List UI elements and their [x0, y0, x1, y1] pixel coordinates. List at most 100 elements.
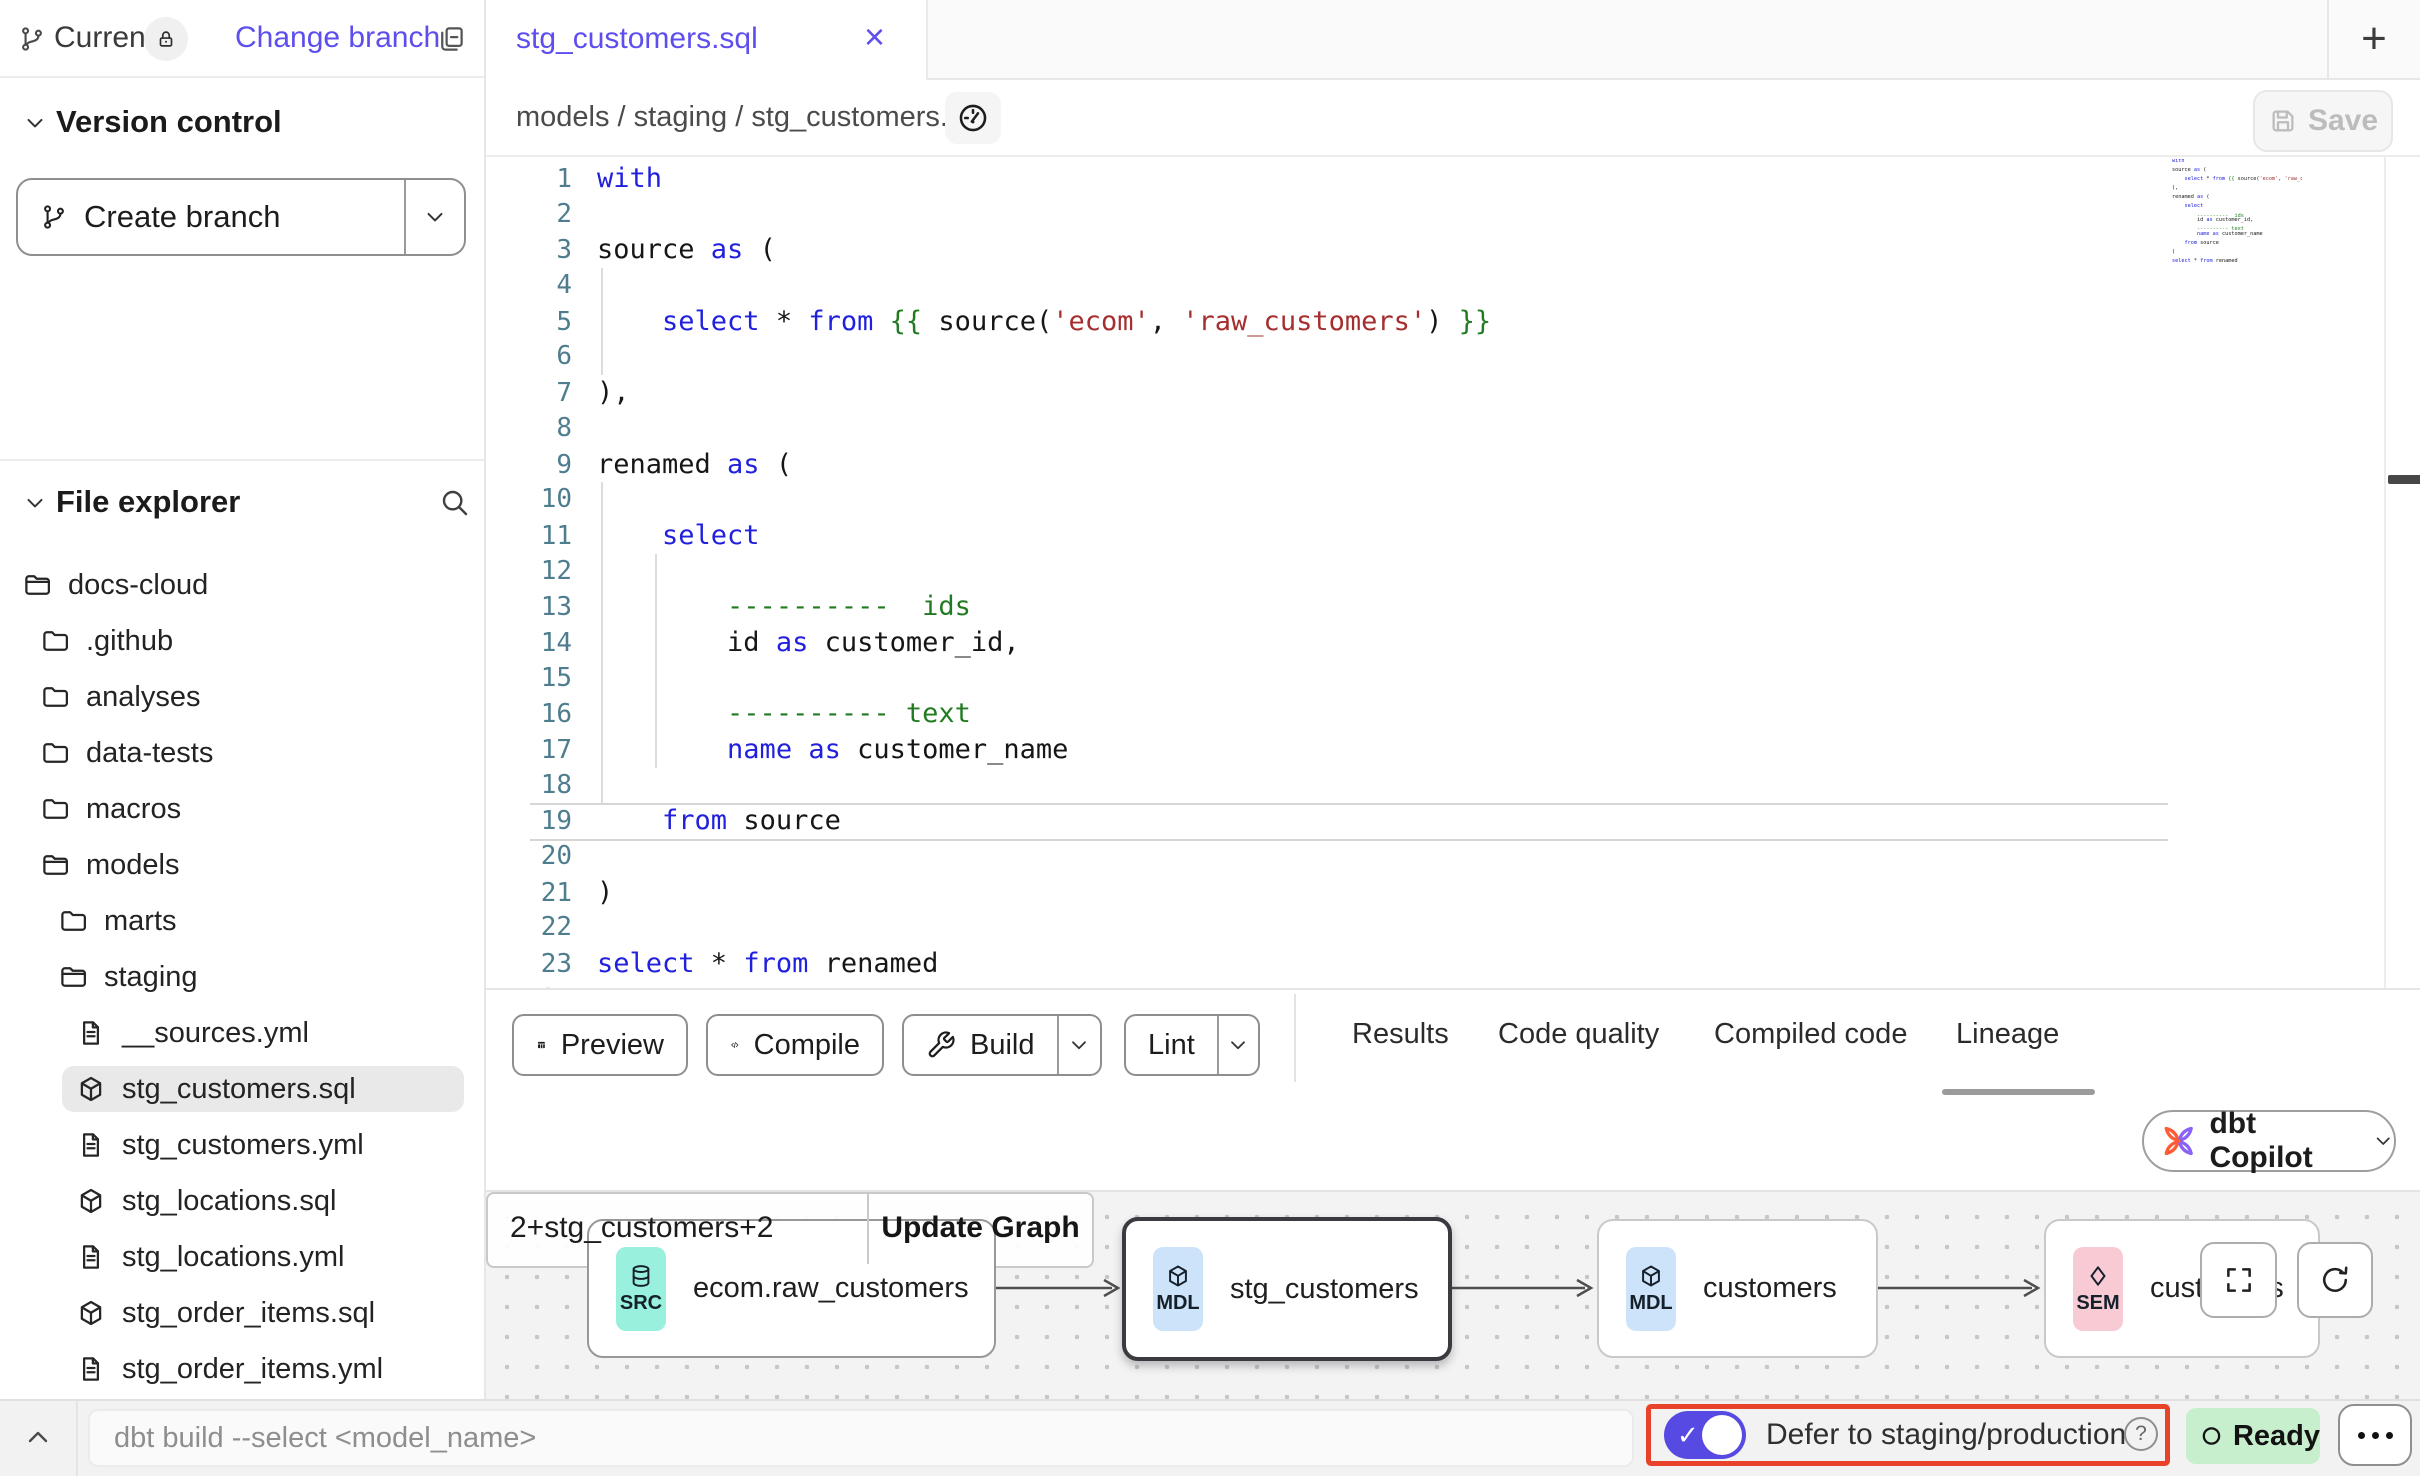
tree-item-stg_order_items.yml[interactable]: stg_order_items.yml: [0, 1341, 484, 1397]
lineage-gauge-button[interactable]: [945, 92, 1001, 144]
indent-guide: [601, 482, 603, 803]
node-type-badge: MDL: [1626, 1247, 1676, 1331]
create-branch-button[interactable]: Create branch: [16, 178, 466, 256]
editor-scrollbar[interactable]: [2388, 475, 2420, 484]
file-doc-icon: [76, 1018, 106, 1048]
tree-item-models[interactable]: models: [0, 837, 484, 893]
folder-open-icon: [22, 570, 52, 600]
gauge-icon: [956, 101, 990, 135]
lineage-edge: [1878, 1277, 2044, 1299]
copy-icon[interactable]: [436, 24, 466, 54]
lineage-node-stg_customers[interactable]: MDLstg_customers: [1122, 1217, 1452, 1361]
lineage-edge: [996, 1277, 1124, 1299]
tab-compiled-code[interactable]: Compiled code: [1714, 1009, 1907, 1059]
folder-icon: [40, 626, 70, 656]
more-options-button[interactable]: [2338, 1404, 2412, 1466]
lineage-edge: [1452, 1277, 1597, 1299]
editor-minimap[interactable]: withsource as ( select * from {{ source(…: [2172, 159, 2302, 268]
tab-stg-customers-sql[interactable]: stg_customers.sql ×: [486, 0, 928, 80]
defer-toggle[interactable]: ✓: [1664, 1411, 1746, 1459]
chevron-down-icon[interactable]: [22, 490, 48, 516]
active-tab-underline: [1942, 1089, 2095, 1095]
current-branch-label: Current: [54, 0, 154, 76]
indent-guide: [655, 554, 657, 768]
tree-item-staging[interactable]: staging: [0, 949, 484, 1005]
file-doc-icon: [76, 1130, 106, 1160]
new-tab-button[interactable]: +: [2352, 10, 2396, 68]
close-icon[interactable]: ×: [864, 0, 885, 78]
indent-guide: [601, 268, 603, 375]
divider: [404, 180, 406, 254]
dbt-copilot-button[interactable]: dbt Copilot: [2142, 1110, 2396, 1172]
tree-item-stg_customers.yml[interactable]: stg_customers.yml: [0, 1117, 484, 1173]
search-icon[interactable]: [438, 486, 470, 518]
tab-title: stg_customers.sql: [516, 0, 758, 78]
tree-item-analyses[interactable]: analyses: [0, 669, 484, 725]
toggle-knob: [1702, 1415, 1742, 1455]
lineage-selector-input[interactable]: 2+stg_customers+2: [510, 1192, 773, 1264]
dbt-copilot-label: dbt Copilot: [2209, 1107, 2357, 1175]
tab-lineage[interactable]: Lineage: [1956, 1009, 2059, 1059]
cube-icon: [76, 1186, 106, 1216]
status-label: Ready: [2233, 1420, 2320, 1453]
tree-item-data-tests[interactable]: data-tests: [0, 725, 484, 781]
node-type-badge: MDL: [1153, 1247, 1203, 1331]
git-branch-icon: [18, 25, 46, 53]
sidebar: Current Change branch Version control Cr…: [0, 0, 486, 1399]
update-graph-button[interactable]: Update Graph: [869, 1192, 1092, 1264]
tab-results[interactable]: Results: [1352, 1009, 1449, 1059]
command-placeholder: dbt build --select <model_name>: [114, 1411, 536, 1465]
dbt-cloud-ide: Current Change branch Version control Cr…: [0, 0, 2420, 1476]
version-control-header[interactable]: Version control: [56, 104, 282, 140]
tree-item-macros[interactable]: macros: [0, 781, 484, 837]
divider: [2384, 157, 2386, 988]
cube-icon: [1638, 1263, 1664, 1289]
fullscreen-icon: [2222, 1263, 2256, 1297]
tree-item-stg_locations.yml[interactable]: stg_locations.yml: [0, 1229, 484, 1285]
chevron-up-icon[interactable]: [22, 1421, 54, 1453]
chevron-down-icon: [2372, 1129, 2394, 1153]
branch-topbar: Current Change branch: [0, 0, 484, 78]
lineage-node-customers[interactable]: SEMcustomers: [2044, 1219, 2320, 1358]
lineage-canvas[interactable]: SRCecom.raw_customersMDLstg_customersMDL…: [486, 1192, 2420, 1399]
code-editor[interactable]: 1with23source as (45 select * from {{ so…: [486, 157, 2420, 988]
folder-icon: [40, 794, 70, 824]
tree-item-__sources.yml[interactable]: __sources.yml: [0, 1005, 484, 1061]
change-branch-link[interactable]: Change branch: [235, 0, 440, 76]
tree-item-docs-cloud[interactable]: docs-cloud: [0, 557, 484, 613]
tree-item-marts[interactable]: marts: [0, 893, 484, 949]
branch-locked-badge: [144, 17, 188, 61]
chevron-down-icon[interactable]: [22, 110, 48, 136]
tree-item-stg_order_items.sql[interactable]: stg_order_items.sql: [0, 1285, 484, 1341]
folder-open-icon: [58, 962, 88, 992]
folder-icon: [40, 682, 70, 712]
database-icon: [628, 1263, 654, 1289]
status-badge: Ready: [2186, 1408, 2320, 1464]
cube-icon: [1165, 1263, 1191, 1289]
breadcrumb: models / staging / stg_customers.sql: [516, 80, 985, 155]
dbt-copilot-icon: [2160, 1121, 2197, 1161]
save-button[interactable]: Save: [2253, 90, 2393, 152]
command-input[interactable]: dbt build --select <model_name>: [88, 1409, 1634, 1467]
folder-icon: [40, 738, 70, 768]
file-doc-icon: [76, 1242, 106, 1272]
more-options-icon: [2358, 1432, 2365, 1439]
tab-code-quality[interactable]: Code quality: [1498, 1009, 1659, 1059]
fullscreen-button[interactable]: [2200, 1242, 2277, 1318]
refresh-button[interactable]: [2297, 1242, 2373, 1318]
code-lines: 1with23source as (45 select * from {{ so…: [486, 161, 1491, 988]
lineage-node-customers[interactable]: MDLcustomers: [1597, 1219, 1878, 1358]
chevron-down-icon[interactable]: [422, 204, 448, 230]
file-explorer-header[interactable]: File explorer: [56, 484, 240, 520]
tree-item-stg_customers.sql[interactable]: stg_customers.sql: [0, 1061, 484, 1117]
tree-item-stg_locations.sql[interactable]: stg_locations.sql: [0, 1173, 484, 1229]
help-icon[interactable]: ?: [2124, 1417, 2158, 1451]
file-tree: docs-cloud.githubanalysesdata-testsmacro…: [0, 557, 484, 1397]
cube-icon: [76, 1074, 106, 1104]
save-label: Save: [2308, 104, 2378, 138]
tree-item-.github[interactable]: .github: [0, 613, 484, 669]
git-branch-icon: [40, 203, 68, 231]
result-tabs: Results Code quality Compiled code Lineage: [486, 988, 2420, 1090]
folder-icon: [58, 906, 88, 936]
create-branch-label: Create branch: [84, 180, 280, 254]
